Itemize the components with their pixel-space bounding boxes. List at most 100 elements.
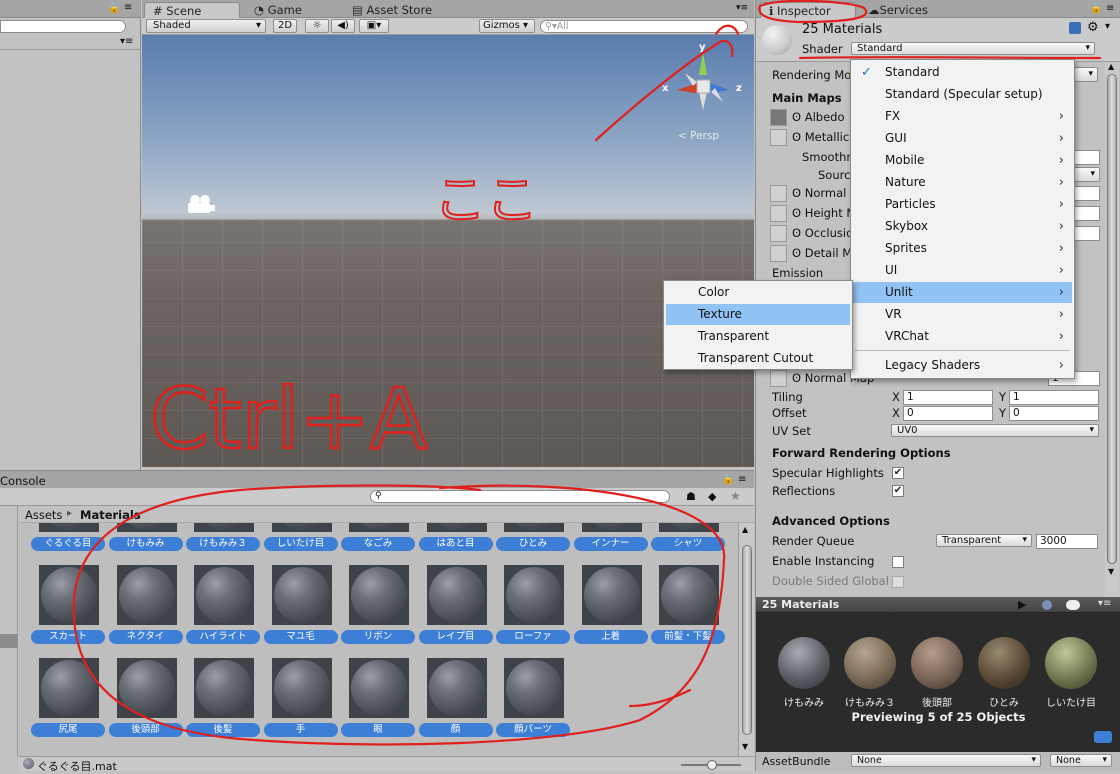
circle-dot-icon[interactable]: ʘ bbox=[792, 110, 801, 124]
height-map-slot[interactable] bbox=[770, 205, 787, 222]
menu-icon[interactable]: ▾≡ bbox=[1098, 598, 1111, 609]
material-asset[interactable]: ハイライト bbox=[186, 561, 260, 649]
material-asset[interactable]: マユ毛 bbox=[263, 561, 338, 649]
assetbundle-dropdown[interactable]: None bbox=[851, 754, 1041, 767]
material-asset[interactable]: しいたけ目 bbox=[263, 523, 338, 556]
material-asset[interactable]: ネクタイ bbox=[108, 561, 183, 649]
material-asset[interactable]: 顔 bbox=[418, 654, 493, 742]
book-icon[interactable] bbox=[1069, 22, 1081, 34]
2d-toggle-button[interactable]: 2D bbox=[273, 19, 297, 33]
project-scrollbar[interactable]: ▲ ▼ bbox=[738, 523, 754, 756]
source-dropdown[interactable] bbox=[1074, 167, 1100, 182]
tab-game[interactable]: ◔ Game bbox=[246, 2, 310, 18]
albedo-texture-slot[interactable] bbox=[770, 109, 787, 126]
double-sided-checkbox[interactable] bbox=[892, 576, 904, 588]
unlit-menu-item[interactable]: Transparent bbox=[666, 326, 850, 347]
gizmos-dropdown[interactable]: Gizmos ▾ bbox=[479, 19, 535, 33]
material-asset[interactable]: レイプ目 bbox=[418, 561, 493, 649]
slider-knob[interactable] bbox=[707, 760, 717, 770]
scrollbar-thumb[interactable] bbox=[1107, 74, 1117, 564]
material-asset[interactable]: けもみみ３ bbox=[186, 523, 260, 556]
shader-menu-item[interactable]: Sprites › bbox=[853, 238, 1072, 259]
scene-viewport[interactable]: y x z < Persp bbox=[142, 35, 754, 467]
material-asset[interactable]: ひとみ bbox=[496, 523, 570, 556]
unlit-menu-item[interactable]: Transparent Cutout bbox=[666, 348, 850, 369]
material-asset[interactable]: インナー bbox=[573, 523, 648, 556]
shader-menu-item[interactable]: VRChat › bbox=[853, 326, 1072, 347]
material-asset[interactable]: スカート bbox=[31, 561, 105, 649]
render-queue-field[interactable]: 3000 bbox=[1036, 534, 1098, 549]
menu-icon[interactable]: ≡ bbox=[738, 474, 746, 485]
selected-folder-row[interactable] bbox=[0, 634, 18, 648]
shader-menu-item[interactable]: UI › bbox=[853, 260, 1072, 281]
detail-normal-slot[interactable] bbox=[770, 370, 787, 387]
shader-menu-item[interactable]: Legacy Shaders › bbox=[853, 355, 1072, 376]
audio-icon[interactable]: ◀) bbox=[331, 19, 355, 33]
material-asset[interactable]: ぐるぐる目 bbox=[31, 523, 105, 556]
filter-type-icon[interactable]: ☗ bbox=[686, 490, 696, 503]
menu-icon[interactable]: ≡ bbox=[1106, 3, 1114, 14]
breadcrumb-materials[interactable]: Materials bbox=[80, 508, 141, 522]
shader-menu-item[interactable]: GUI › bbox=[853, 128, 1072, 149]
inspector-scrollbar[interactable]: ▲ ▼ bbox=[1105, 62, 1119, 598]
material-asset[interactable]: 前髪・下髪 bbox=[651, 561, 725, 649]
shader-menu-item[interactable]: Nature › bbox=[853, 172, 1072, 193]
play-icon[interactable]: ▶ bbox=[1018, 598, 1026, 611]
normal-map-field[interactable] bbox=[1074, 186, 1100, 201]
tab-services[interactable]: ☁Services bbox=[860, 2, 936, 18]
shading-mode-dropdown[interactable]: Shaded ▾ bbox=[146, 19, 266, 33]
lock-icon[interactable]: 🔒 bbox=[722, 474, 734, 485]
unlit-menu-item[interactable]: Texture bbox=[666, 304, 850, 325]
sun-icon[interactable]: ☼ bbox=[305, 19, 329, 33]
circle-dot-icon[interactable]: ʘ bbox=[792, 246, 801, 260]
smoothness-field[interactable] bbox=[1074, 150, 1100, 165]
shader-menu-item[interactable]: Skybox › bbox=[853, 216, 1072, 237]
menu-icon[interactable]: ≡ bbox=[124, 2, 132, 13]
filter-label-icon[interactable]: ◆ bbox=[708, 490, 716, 503]
menu-icon[interactable]: ▾≡ bbox=[120, 36, 133, 47]
shader-menu-item[interactable]: Standard (Specular setup) bbox=[853, 84, 1072, 105]
shader-menu-item[interactable]: FX › bbox=[853, 106, 1072, 127]
occlusion-field[interactable] bbox=[1074, 226, 1100, 241]
shader-menu-item[interactable]: Unlit › bbox=[853, 282, 1072, 303]
material-asset[interactable]: 後頭部 bbox=[108, 654, 183, 742]
scroll-up-icon[interactable]: ▲ bbox=[1108, 62, 1114, 71]
favorite-star-icon[interactable]: ★ bbox=[730, 489, 741, 503]
image-effects-icon[interactable]: ▣▾ bbox=[359, 19, 389, 33]
menu-icon[interactable]: ▾≡ bbox=[736, 3, 748, 13]
shader-menu-item[interactable]: VR › bbox=[853, 304, 1072, 325]
scroll-down-icon[interactable]: ▼ bbox=[1108, 567, 1114, 576]
material-asset[interactable]: 後髪 bbox=[186, 654, 260, 742]
tiling-y-field[interactable]: 1 bbox=[1009, 390, 1099, 405]
circle-dot-icon[interactable]: ʘ bbox=[792, 226, 801, 240]
uv-set-dropdown[interactable]: UV0 bbox=[891, 424, 1099, 437]
shader-menu-item[interactable]: Standard ✓ bbox=[853, 62, 1072, 83]
material-asset[interactable]: 眼 bbox=[341, 654, 415, 742]
orientation-gizmo[interactable]: y x z < Persp bbox=[662, 40, 752, 142]
shader-menu-item[interactable]: Particles › bbox=[853, 194, 1072, 215]
scroll-down-icon[interactable]: ▼ bbox=[742, 742, 748, 751]
height-map-field[interactable] bbox=[1074, 206, 1100, 221]
offset-y-field[interactable]: 0 bbox=[1009, 406, 1099, 421]
unlit-menu-item[interactable]: Color bbox=[666, 282, 850, 303]
scene-search-input[interactable]: ⚲▾All bbox=[540, 20, 748, 33]
reflections-checkbox[interactable]: ✔ bbox=[892, 485, 904, 497]
enable-instancing-checkbox[interactable] bbox=[892, 556, 904, 568]
assetbundle-variant-dropdown[interactable]: None bbox=[1050, 754, 1112, 767]
tab-console[interactable]: Console bbox=[0, 474, 46, 488]
sphere-preview-icon[interactable] bbox=[1042, 600, 1052, 610]
circle-dot-icon[interactable]: ʘ bbox=[792, 371, 801, 385]
normal-map-slot[interactable] bbox=[770, 185, 787, 202]
material-asset[interactable]: 上着 bbox=[573, 561, 648, 649]
shader-dropdown[interactable]: Standard bbox=[851, 42, 1095, 55]
specular-highlights-checkbox[interactable]: ✔ bbox=[892, 467, 904, 479]
hierarchy-search-input[interactable] bbox=[0, 20, 126, 33]
circle-dot-icon[interactable]: ʘ bbox=[792, 186, 801, 200]
material-asset[interactable]: ローファ bbox=[496, 561, 570, 649]
tag-icon[interactable] bbox=[1094, 731, 1112, 743]
lights-icon[interactable] bbox=[1066, 600, 1080, 610]
tab-asset-store[interactable]: ▤ Asset Store bbox=[344, 2, 440, 18]
gear-icon[interactable]: ⚙ bbox=[1087, 20, 1099, 35]
material-asset[interactable]: 尻尾 bbox=[31, 654, 105, 742]
circle-dot-icon[interactable]: ʘ bbox=[792, 130, 801, 144]
